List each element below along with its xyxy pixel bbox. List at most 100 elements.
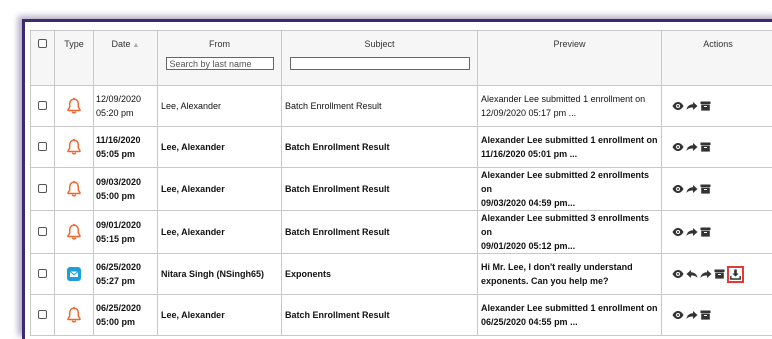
row-checkbox[interactable]	[38, 310, 47, 319]
row-checkbox[interactable]	[38, 227, 47, 236]
message-date: 06/25/2020	[96, 260, 157, 274]
subject-search-input[interactable]	[290, 57, 470, 70]
from-cell: Lee, Alexander	[158, 86, 282, 127]
message-date: 09/03/2020	[96, 175, 157, 189]
subject-cell[interactable]: Batch Enrollment Result	[282, 295, 478, 336]
message-date: 11/16/2020	[96, 133, 157, 147]
view-icon[interactable]	[672, 310, 684, 320]
table-row[interactable]: 09/03/2020 05:00 pm Lee, Alexander Batch…	[31, 168, 772, 211]
preview-cell[interactable]: Alexander Lee submitted 1 enrollment on …	[478, 86, 662, 127]
message-date: 06/25/2020	[96, 301, 157, 315]
message-table: Type Date▲︎ From Subject Preview Actions	[30, 30, 772, 336]
message-grid: Type Date▲︎ From Subject Preview Actions	[30, 30, 772, 335]
type-cell	[55, 86, 94, 127]
from-cell: Lee, Alexander	[158, 211, 282, 254]
column-header-date[interactable]: Date▲︎	[94, 31, 158, 86]
date-cell: 11/16/2020 05:05 pm	[94, 127, 158, 168]
bell-icon	[66, 138, 82, 156]
mail-icon	[67, 267, 81, 281]
column-header-subject: Subject	[282, 31, 478, 86]
subject-cell[interactable]: Batch Enrollment Result	[282, 168, 478, 211]
forward-icon[interactable]	[686, 142, 698, 152]
from-cell: Nitara Singh (NSingh65)	[158, 254, 282, 295]
archive-icon[interactable]	[700, 310, 711, 320]
row-checkbox[interactable]	[38, 142, 47, 151]
archive-icon[interactable]	[700, 142, 711, 152]
download-icon[interactable]	[730, 269, 741, 280]
view-icon[interactable]	[672, 227, 684, 237]
forward-icon[interactable]	[686, 310, 698, 320]
preview-line-1: Alexander Lee submitted 1 enrollment on	[481, 133, 661, 147]
column-header-type: Type	[55, 31, 94, 86]
date-cell: 06/25/2020 05:00 pm	[94, 295, 158, 336]
preview-line-2: 12/09/2020 05:17 pm ...	[481, 106, 661, 120]
preview-line-2: 11/16/2020 05:01 pm ...	[481, 147, 661, 161]
column-header-preview: Preview	[478, 31, 662, 86]
row-checkbox-cell	[31, 168, 55, 211]
archive-icon[interactable]	[700, 227, 711, 237]
forward-icon[interactable]	[700, 269, 712, 279]
subject-cell[interactable]: Batch Enrollment Result	[282, 86, 478, 127]
download-button-highlight[interactable]	[727, 266, 744, 283]
preview-cell[interactable]: Hi Mr. Lee, I don't really understand ex…	[478, 254, 662, 295]
from-cell: Lee, Alexander	[158, 295, 282, 336]
from-cell: Lee, Alexander	[158, 127, 282, 168]
preview-cell[interactable]: Alexander Lee submitted 3 enrollments on…	[478, 211, 662, 254]
type-cell	[55, 168, 94, 211]
type-cell	[55, 254, 94, 295]
date-cell: 12/09/2020 05:20 pm	[94, 86, 158, 127]
column-header-from: From	[158, 31, 282, 86]
reply-icon[interactable]	[686, 269, 698, 279]
table-row[interactable]: 06/25/2020 05:27 pm Nitara Singh (NSingh…	[31, 254, 772, 295]
view-icon[interactable]	[672, 184, 684, 194]
preview-cell[interactable]: Alexander Lee submitted 1 enrollment on …	[478, 127, 662, 168]
message-date: 12/09/2020	[96, 92, 157, 106]
row-checkbox[interactable]	[38, 184, 47, 193]
bell-icon	[66, 97, 82, 115]
archive-icon[interactable]	[700, 101, 711, 111]
header-row: Type Date▲︎ From Subject Preview Actions	[31, 31, 772, 86]
preview-line-2: 09/03/2020 04:59 pm...	[481, 196, 661, 210]
preview-cell[interactable]: Alexander Lee submitted 1 enrollment on …	[478, 295, 662, 336]
message-time: 05:15 pm	[96, 232, 157, 246]
subject-cell[interactable]: Batch Enrollment Result	[282, 127, 478, 168]
preview-line-2: 06/25/2020 04:55 pm ...	[481, 315, 661, 329]
bell-icon	[66, 180, 82, 198]
subject-cell[interactable]: Batch Enrollment Result	[282, 211, 478, 254]
sort-icon[interactable]: ▲︎	[133, 42, 140, 49]
table-row[interactable]: 12/09/2020 05:20 pm Lee, Alexander Batch…	[31, 86, 772, 127]
view-icon[interactable]	[672, 142, 684, 152]
from-search-input[interactable]	[166, 57, 274, 70]
forward-icon[interactable]	[686, 184, 698, 194]
row-checkbox[interactable]	[38, 101, 47, 110]
type-cell	[55, 127, 94, 168]
date-header-label[interactable]: Date	[112, 39, 131, 49]
actions-cell	[662, 211, 772, 254]
preview-line-1: Alexander Lee submitted 2 enrollments on	[481, 168, 661, 196]
forward-icon[interactable]	[686, 227, 698, 237]
table-row[interactable]: 11/16/2020 05:05 pm Lee, Alexander Batch…	[31, 127, 772, 168]
archive-icon[interactable]	[700, 184, 711, 194]
message-rows: 12/09/2020 05:20 pm Lee, Alexander Batch…	[31, 86, 772, 336]
type-cell	[55, 295, 94, 336]
table-row[interactable]: 09/01/2020 05:15 pm Lee, Alexander Batch…	[31, 211, 772, 254]
from-cell: Lee, Alexander	[158, 168, 282, 211]
message-time: 05:05 pm	[96, 147, 157, 161]
preview-line-2: exponents. Can you help me?	[481, 274, 661, 288]
view-icon[interactable]	[672, 101, 684, 111]
preview-line-1: Alexander Lee submitted 1 enrollment on	[481, 301, 661, 315]
archive-icon[interactable]	[714, 269, 725, 279]
actions-cell	[662, 254, 772, 295]
view-icon[interactable]	[672, 269, 684, 279]
subject-header-label: Subject	[282, 39, 477, 49]
date-cell: 09/03/2020 05:00 pm	[94, 168, 158, 211]
select-all-checkbox[interactable]	[38, 39, 47, 48]
subject-cell[interactable]: Exponents	[282, 254, 478, 295]
table-row[interactable]: 06/25/2020 05:00 pm Lee, Alexander Batch…	[31, 295, 772, 336]
preview-cell[interactable]: Alexander Lee submitted 2 enrollments on…	[478, 168, 662, 211]
bell-icon	[66, 306, 82, 324]
preview-line-1: Alexander Lee submitted 3 enrollments on	[481, 211, 661, 239]
row-checkbox-cell	[31, 295, 55, 336]
row-checkbox[interactable]	[38, 269, 47, 278]
forward-icon[interactable]	[686, 101, 698, 111]
